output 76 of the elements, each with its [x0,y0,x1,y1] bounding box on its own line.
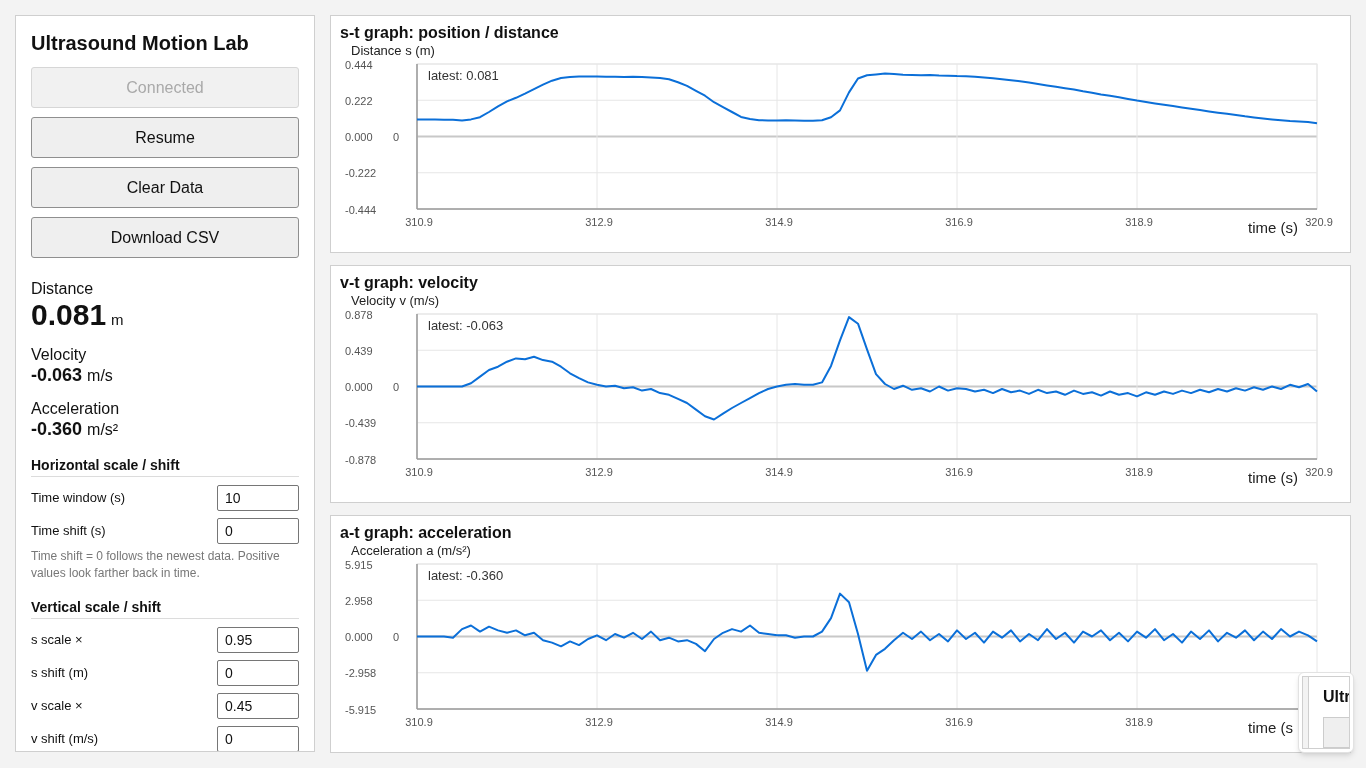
field-label: Time shift (s) [31,523,106,539]
y-tick-label: 0.000 [345,631,373,643]
number-input[interactable]: 0 [217,726,299,751]
y-axis-title: Acceleration a (m/s²) [351,543,471,558]
readout-label: Velocity [31,346,87,364]
x-tick-label: 312.9 [585,466,613,478]
x-tick-label: 314.9 [765,716,793,728]
x-tick-label: 312.9 [585,716,613,728]
y-tick-label: -0.444 [345,203,377,216]
number-input[interactable]: 0 [217,518,299,544]
readout-value: -0.360 [31,418,83,440]
x-tick-label: 316.9 [945,466,973,478]
action-button[interactable]: Resume [31,117,299,158]
number-input[interactable]: 0.95 [217,627,299,653]
number-input[interactable]: 10 [217,485,299,511]
x-tick-label: 312.9 [585,216,613,228]
y-tick-label: 0.444 [345,58,373,71]
x-tick-label: 320.9 [1305,216,1333,228]
help-note: Time shift = 0 follows the newest data. Positive values look farther back in time. [31,548,281,582]
latest-reading: latest: -0.360 [428,568,504,583]
x-axis-title: time (s) [1248,469,1298,486]
mini-button [1323,717,1349,748]
x-axis-title: time (s [1248,719,1293,736]
x-tick-label: 318.9 [1125,466,1153,478]
field-label: s scale × [31,632,83,648]
readout-value: 0.081 [31,298,107,332]
readout-unit: m [111,311,124,329]
app-title: Ultrasound Motion Lab [31,31,249,55]
zero-label: 0 [393,631,400,643]
action-button[interactable]: Clear Data [31,167,299,208]
y-axis-title: Distance s (m) [351,43,435,58]
y-tick-label: -0.222 [345,167,377,180]
x-axis-title: time (s) [1248,219,1298,236]
readout-unit: m/s² [87,421,119,439]
y-tick-label: 0.222 [345,94,373,107]
latest-reading: latest: 0.081 [428,68,499,83]
field-label: v shift (m/s) [31,731,99,747]
y-tick-label: -2.958 [345,667,377,680]
x-tick-label: 314.9 [765,466,793,478]
zero-label: 0 [393,131,400,143]
readout-value: -0.063 [31,364,83,386]
y-tick-label: -0.878 [345,453,377,466]
latest-reading: latest: -0.063 [428,318,504,333]
number-input[interactable]: 0 [217,660,299,686]
y-tick-label: 2.958 [345,594,373,607]
y-tick-label: -5.915 [345,703,377,716]
field-label: s shift (m) [31,665,89,681]
x-tick-label: 310.9 [405,466,433,478]
y-tick-label: 0.439 [345,344,373,357]
graph-title: v-t graph: velocity [340,273,478,293]
number-input[interactable]: 0.45 [217,693,299,719]
x-tick-label: 310.9 [405,716,433,728]
x-tick-label: 318.9 [1125,216,1153,228]
x-tick-label: 310.9 [405,216,433,228]
y-tick-label: 0.000 [345,381,373,393]
x-tick-label: 314.9 [765,216,793,228]
graph-title: a-t graph: acceleration [340,523,512,543]
x-tick-label: 320.9 [1305,466,1333,478]
y-axis-title: Velocity v (m/s) [351,293,440,308]
action-button[interactable]: Download CSV [31,217,299,258]
y-tick-label: -0.439 [345,417,377,430]
field-label: v scale × [31,698,83,714]
section-heading: Horizontal scale / shift [31,456,180,474]
y-tick-label: 0.878 [345,308,373,321]
x-tick-label: 316.9 [945,216,973,228]
x-tick-label: 318.9 [1125,716,1153,728]
zero-label: 0 [393,381,400,393]
graph-title: s-t graph: position / distance [340,23,559,43]
readout-unit: m/s [87,367,113,385]
readout-label: Acceleration [31,400,120,418]
readout-label: Distance [31,280,94,298]
y-tick-label: 0.000 [345,131,373,143]
x-tick-label: 316.9 [945,716,973,728]
section-heading: Vertical scale / shift [31,598,161,616]
field-label: Time window (s) [31,490,126,506]
y-tick-label: 5.915 [345,558,373,571]
